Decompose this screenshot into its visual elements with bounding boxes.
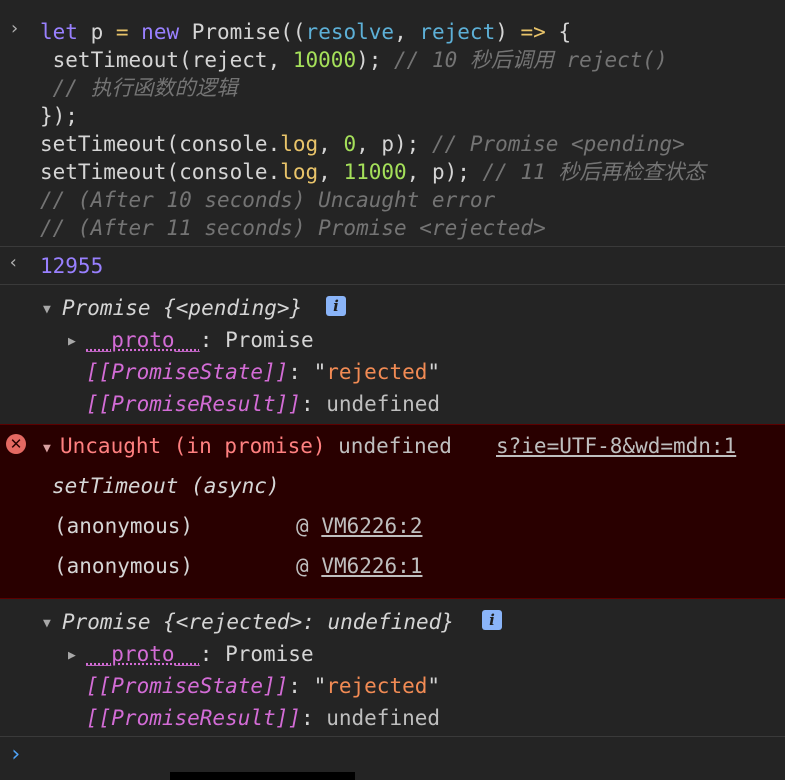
code-line-8: // (After 11 seconds) Promise <rejected> [40,216,546,240]
promise-result-row: [[PromiseResult]]: undefined [86,706,441,730]
expand-triangle-icon[interactable]: ▼ [43,302,51,317]
code-line-3: // 执行函数的逻辑 [40,76,238,100]
expand-triangle-icon[interactable]: ▼ [43,441,51,456]
stack-frame-location[interactable]: @ VM6226:1 [296,552,422,580]
proto-row[interactable]: __proto__: Promise [86,326,314,354]
error-icon: ✕ [6,434,26,454]
promise-state-row: [[PromiseState]]: "rejected" [86,360,441,384]
proto-row[interactable]: __proto__: Promise [86,640,314,668]
return-chevron-icon: ‹ [8,252,19,273]
promise-state-row: [[PromiseState]]: "rejected" [86,674,441,698]
info-icon[interactable]: i [482,610,502,630]
promise-pending-header[interactable]: Promise {<pending>} [62,294,302,322]
info-icon[interactable]: i [326,296,346,316]
collapse-triangle-icon[interactable]: ▶ [68,334,76,349]
scrollbar[interactable] [170,772,355,780]
promise-rejected-header[interactable]: Promise {<rejected>: undefined} [62,608,454,636]
stack-frame-location[interactable]: @ VM6226:2 [296,512,422,540]
code-line-1: let p = new Promise((resolve, reject) =>… [40,20,572,44]
expand-triangle-icon[interactable]: ▼ [43,616,51,631]
error-message[interactable]: Uncaught (in promise) undefined [60,432,452,460]
console-prompt-chevron-icon: › [9,742,23,767]
stack-frame-async: setTimeout (async) [52,474,280,498]
stack-frame-name: (anonymous) [54,514,194,538]
code-line-4: }); [40,104,78,128]
code-line-6: setTimeout(console.log, 11000, p); // 11… [40,160,706,184]
input-chevron-icon: › [9,18,20,39]
stack-frame-name: (anonymous) [54,554,194,578]
collapse-triangle-icon[interactable]: ▶ [68,648,76,663]
code-line-5: setTimeout(console.log, 0, p); // Promis… [40,132,685,156]
console-input[interactable] [30,740,770,770]
code-line-2: setTimeout(reject, 10000); // 10 秒后调用 re… [40,48,668,72]
code-line-7: // (After 10 seconds) Uncaught error [40,188,496,212]
return-value: 12955 [40,254,104,278]
error-source-link[interactable]: s?ie=UTF-8&wd=mdn:1 [496,432,736,460]
promise-result-row: [[PromiseResult]]: undefined [86,392,441,416]
